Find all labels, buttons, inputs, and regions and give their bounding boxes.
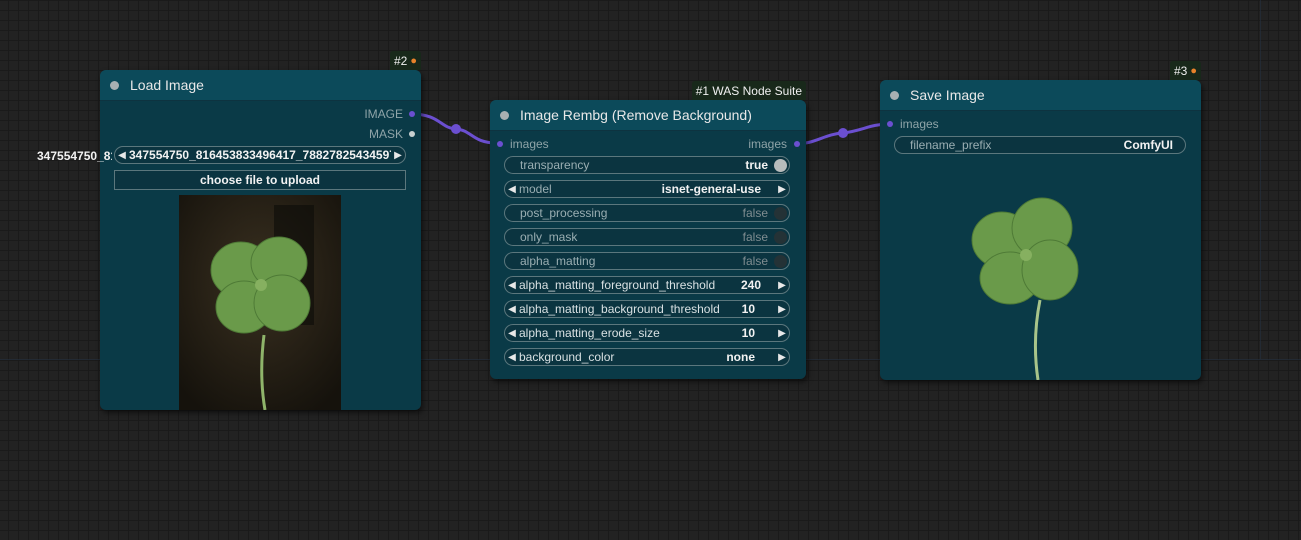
node-title: Load Image	[130, 77, 204, 93]
clover-cutout-preview	[971, 197, 1079, 381]
chevron-right-icon[interactable]: ▶	[391, 150, 405, 161]
chevron-right-icon[interactable]: ▶	[775, 304, 789, 315]
link-midpoint	[838, 128, 848, 138]
fox-icon: ●	[1190, 64, 1197, 77]
canvas-guide-line	[1260, 0, 1261, 359]
node-title: Image Rembg (Remove Background)	[520, 107, 752, 123]
chevron-left-icon[interactable]: ◀	[115, 150, 129, 161]
chevron-right-icon[interactable]: ▶	[775, 328, 789, 339]
node-title-bar[interactable]: Save Image	[880, 80, 1201, 111]
image-preview	[179, 195, 341, 410]
output-slot-image[interactable]: IMAGE	[364, 107, 415, 121]
chevron-left-icon[interactable]: ◀	[505, 328, 519, 339]
collapse-toggle[interactable]	[890, 90, 899, 100]
node-id-badge: #2 ●	[389, 51, 421, 70]
node-title: Save Image	[910, 87, 985, 103]
link-image-to-rembg	[410, 112, 498, 145]
chevron-left-icon[interactable]: ◀	[505, 304, 519, 315]
toggle-off-icon[interactable]	[774, 230, 787, 244]
chevron-right-icon[interactable]: ▶	[775, 280, 789, 291]
image-rembg-node[interactable]: #1 WAS Node Suite Image Rembg (Remove Ba…	[490, 81, 806, 379]
output-slot-mask[interactable]: MASK	[369, 127, 415, 141]
node-title-bar[interactable]: Image Rembg (Remove Background)	[490, 100, 806, 131]
output-preview	[970, 190, 1090, 381]
widget-erode-size[interactable]: ◀ alpha_matting_erode_size 10 ▶	[504, 324, 790, 342]
chevron-right-icon[interactable]: ▶	[775, 184, 789, 195]
collapse-toggle[interactable]	[500, 110, 509, 120]
chevron-left-icon[interactable]: ◀	[505, 184, 519, 195]
slot-dot[interactable]	[497, 141, 503, 147]
widget-transparency[interactable]: transparency true	[504, 156, 790, 174]
upload-button[interactable]: choose file to upload	[114, 170, 406, 190]
image-combo[interactable]: ◀ 347554750_816453833496417_788278254345…	[114, 146, 406, 164]
toggle-off-icon[interactable]	[774, 254, 787, 268]
widget-only-mask[interactable]: only_mask false	[504, 228, 790, 246]
node-id-badge: #3 ●	[1169, 61, 1201, 80]
node-title-bar[interactable]: Load Image	[100, 70, 421, 101]
four-leaf-clover-photo	[179, 195, 341, 410]
node-id-badge: #1 WAS Node Suite	[691, 81, 806, 100]
slot-dot[interactable]	[887, 121, 893, 127]
toggle-off-icon[interactable]	[774, 206, 787, 220]
widget-post-processing[interactable]: post_processing false	[504, 204, 790, 222]
widget-filename-prefix[interactable]: filename_prefix ComfyUI	[894, 136, 1186, 154]
chevron-left-icon[interactable]: ◀	[505, 352, 519, 363]
slot-dot[interactable]	[409, 111, 415, 117]
slot-dot[interactable]	[409, 131, 415, 137]
save-image-node[interactable]: #3 ● Save Image images filename_prefix C…	[880, 61, 1201, 381]
output-slot-images[interactable]: images	[748, 137, 800, 151]
widget-fg-threshold[interactable]: ◀ alpha_matting_foreground_threshold 240…	[504, 276, 790, 294]
image-filename-overflow: 347554750_816453833496417_78827825434597…	[37, 149, 112, 163]
input-slot-images[interactable]: images	[497, 137, 549, 151]
widget-model[interactable]: ◀ model isnet-general-use ▶	[504, 180, 790, 198]
widget-background-color[interactable]: ◀ background_color none ▶	[504, 348, 790, 366]
toggle-on-icon[interactable]	[774, 158, 787, 172]
slot-dot[interactable]	[794, 141, 800, 147]
link-midpoint	[451, 124, 461, 134]
link-rembg-to-save	[795, 122, 890, 146]
chevron-right-icon[interactable]: ▶	[775, 352, 789, 363]
chevron-left-icon[interactable]: ◀	[505, 280, 519, 291]
collapse-toggle[interactable]	[110, 80, 119, 90]
load-image-node[interactable]: #2 ● Load Image IMAGE MASK ◀ 347554750_8…	[100, 51, 421, 410]
widget-alpha-matting[interactable]: alpha_matting false	[504, 252, 790, 270]
widget-bg-threshold[interactable]: ◀ alpha_matting_background_threshold 10 …	[504, 300, 790, 318]
fox-icon: ●	[410, 54, 417, 67]
input-slot-images[interactable]: images	[887, 117, 939, 131]
